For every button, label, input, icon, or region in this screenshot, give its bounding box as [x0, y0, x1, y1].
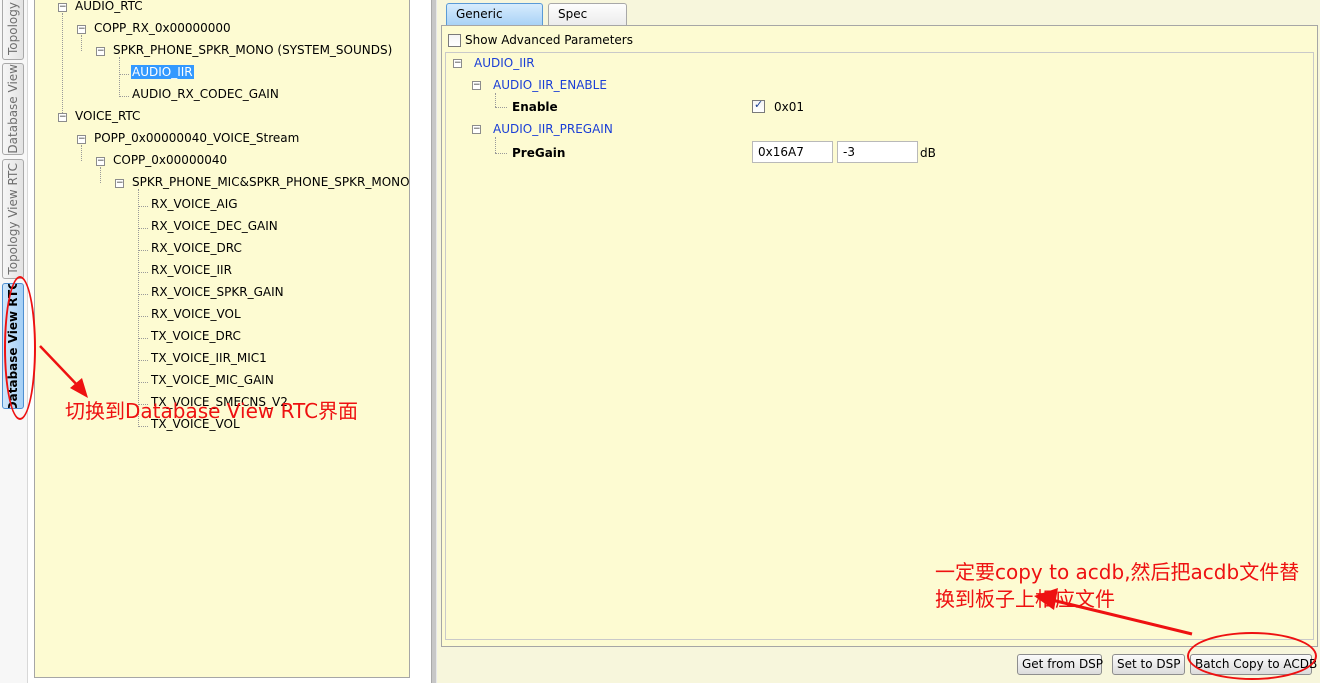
tree-node-audio-rtc[interactable]: AUDIO_RTC — [74, 0, 144, 15]
tree-line — [138, 426, 148, 427]
collapse-icon[interactable]: − — [96, 47, 105, 56]
tree-line — [495, 153, 507, 154]
tree-line — [495, 107, 507, 108]
collapse-icon[interactable]: − — [58, 113, 67, 122]
tree-node-leaf[interactable]: RX_VOICE_DEC_GAIN — [150, 217, 279, 235]
tree-node-voice-rtc[interactable]: VOICE_RTC — [74, 107, 141, 125]
show-advanced-checkbox[interactable] — [448, 33, 461, 47]
tree-node-mic-spkr[interactable]: SPKR_PHONE_MIC&SPKR_PHONE_SPKR_MONO — [131, 173, 409, 191]
tree-line — [62, 13, 63, 117]
collapse-icon[interactable]: − — [77, 25, 86, 34]
param-enable-label: Enable — [512, 100, 558, 114]
tree-node-leaf[interactable]: RX_VOICE_VOL — [150, 305, 242, 323]
param-group-audio-iir-pregain[interactable]: AUDIO_IIR_PREGAIN — [493, 120, 613, 138]
pregain-hex-field[interactable]: 0x16A7 — [752, 141, 833, 163]
vtab-topology[interactable]: Topology — [2, 0, 24, 60]
pregain-unit: dB — [920, 146, 936, 160]
vtab-topology-view-rtc-label: Topology View RTC — [6, 163, 20, 275]
highlight-ellipse — [4, 276, 36, 420]
show-advanced-label: Show Advanced Parameters — [465, 33, 633, 47]
tab-spec-view[interactable]: Spec View — [548, 3, 627, 41]
collapse-icon[interactable]: − — [472, 125, 481, 134]
tree-line — [495, 137, 496, 153]
tree-node-audio-iir[interactable]: AUDIO_IIR — [131, 63, 194, 81]
set-to-dsp-button[interactable]: Set to DSP — [1112, 654, 1185, 675]
tab-generic-view[interactable]: Generic View — [446, 3, 543, 41]
vtab-database-view[interactable]: Database View — [2, 63, 24, 155]
collapse-icon[interactable]: − — [96, 157, 105, 166]
tree-line — [138, 316, 148, 317]
tree-line — [495, 93, 496, 107]
collapse-icon[interactable]: − — [115, 179, 124, 188]
tree-node-leaf[interactable]: RX_VOICE_IIR — [150, 261, 233, 279]
vtab-topology-view-rtc[interactable]: Topology View RTC — [2, 159, 24, 279]
generic-view-content: Show Advanced Parameters − AUDIO_IIR − A… — [441, 25, 1318, 647]
tree-node-leaf[interactable]: TX_VOICE_DRC — [150, 327, 242, 345]
tree-line — [138, 189, 139, 425]
get-from-dsp-button[interactable]: Get from DSP — [1017, 654, 1103, 675]
show-advanced-row[interactable]: Show Advanced Parameters — [448, 32, 633, 48]
tree-line — [81, 145, 82, 161]
enable-checkbox[interactable] — [752, 98, 765, 113]
vtab-database-view-label: Database View — [6, 64, 20, 154]
collapse-icon[interactable]: − — [453, 59, 462, 68]
tree-line — [119, 96, 129, 97]
tree-node-leaf[interactable]: TX_VOICE_IIR_MIC1 — [150, 349, 268, 367]
param-pregain-label: PreGain — [512, 146, 566, 160]
annotation-copy-note-line2: 换到板子上相应文件 — [935, 587, 1115, 611]
tree-line — [138, 294, 148, 295]
tree-node-copp-rx[interactable]: COPP_RX_0x00000000 — [93, 19, 232, 37]
tree-node-audio-rx-codec-gain[interactable]: AUDIO_RX_CODEC_GAIN — [131, 85, 280, 103]
tree-line — [138, 360, 148, 361]
tree-node-spkr-phone-spkr-mono[interactable]: SPKR_PHONE_SPKR_MONO (SYSTEM_SOUNDS) — [112, 41, 393, 59]
tree-line — [138, 206, 148, 207]
collapse-icon[interactable]: − — [58, 3, 67, 12]
parameter-tree: − AUDIO_IIR − AUDIO_IIR_ENABLE Enable 0x… — [445, 52, 1314, 640]
vtab-topology-label: Topology — [6, 1, 20, 55]
collapse-icon[interactable]: − — [472, 81, 481, 90]
tree-node-leaf[interactable]: RX_VOICE_SPKR_GAIN — [150, 283, 285, 301]
tree-line — [100, 167, 101, 183]
tree-line — [81, 35, 82, 51]
tree-line — [119, 74, 129, 75]
annotation-switch-note: 切换到Database View RTC界面 — [65, 399, 359, 423]
tree-node-copp-40[interactable]: COPP_0x00000040 — [112, 151, 228, 169]
tree-line — [138, 338, 148, 339]
tree-node-leaf[interactable]: RX_VOICE_AIG — [150, 195, 239, 213]
tree-line — [138, 272, 148, 273]
tree-node-popp[interactable]: POPP_0x00000040_VOICE_Stream — [93, 129, 300, 147]
app-window: Topology Database View Topology View RTC… — [0, 0, 1320, 683]
tree-line — [119, 57, 120, 95]
annotation-copy-note-line1: 一定要copy to acdb,然后把acdb文件替 — [935, 560, 1300, 584]
highlight-ellipse — [1187, 632, 1317, 680]
tree-panel: − − − − − − − AUDIO_RTC COPP_RX_0x000000… — [34, 0, 410, 678]
collapse-icon[interactable]: − — [77, 135, 86, 144]
tree-node-leaf[interactable]: TX_VOICE_MIC_GAIN — [150, 371, 275, 389]
tree-node-leaf[interactable]: RX_VOICE_DRC — [150, 239, 243, 257]
tree-line — [138, 382, 148, 383]
param-group-audio-iir-enable[interactable]: AUDIO_IIR_ENABLE — [493, 76, 607, 94]
tree-line — [138, 250, 148, 251]
tree-line — [138, 228, 148, 229]
param-group-audio-iir[interactable]: AUDIO_IIR — [474, 54, 535, 72]
pregain-db-field[interactable]: -3 — [837, 141, 918, 163]
enable-value: 0x01 — [774, 100, 805, 114]
